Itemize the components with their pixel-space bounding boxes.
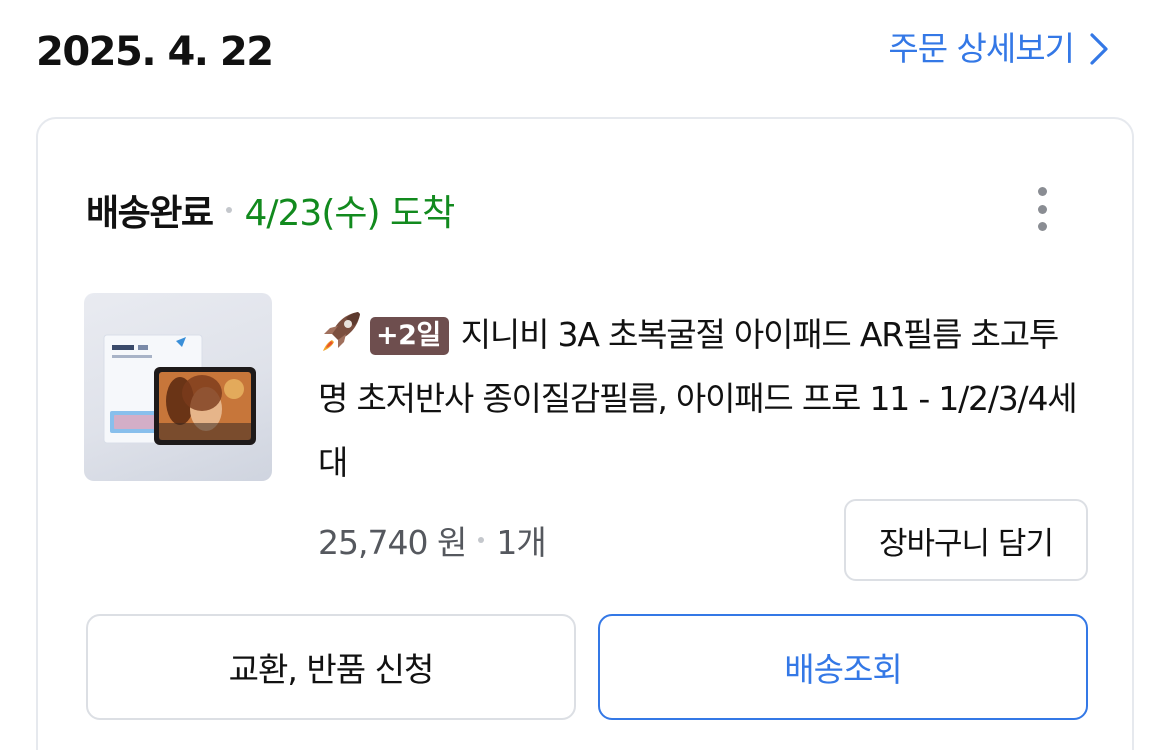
more-vertical-icon: [1037, 187, 1047, 196]
order-history-page: 2025. 4. 22 주문 상세보기 배송완료 4/23(수) 도착 +2일 …: [0, 0, 1170, 750]
product-image: [103, 334, 256, 445]
delivery-days-badge: +2일: [370, 317, 449, 355]
order-card: 배송완료 4/23(수) 도착 +2일 지니비 3A 초복굴절 아이패드 AR필…: [36, 117, 1134, 750]
price-row: 25,740 원 1개: [318, 515, 547, 565]
product-price: 25,740 원: [318, 523, 467, 562]
separator-dot: [478, 537, 485, 543]
product-thumbnail[interactable]: [84, 293, 272, 481]
arrival-date: 4/23(수) 도착: [244, 193, 455, 234]
track-delivery-button[interactable]: 배송조회: [598, 614, 1088, 720]
product-title[interactable]: +2일 지니비 3A 초복굴절 아이패드 AR필름 초고투명 초저반사 종이질감필…: [318, 303, 1078, 495]
add-to-cart-button[interactable]: 장바구니 담기: [844, 499, 1088, 581]
chevron-right-icon: [1090, 33, 1108, 65]
product-quantity: 1개: [496, 523, 546, 562]
exchange-return-button[interactable]: 교환, 반품 신청: [86, 614, 576, 720]
order-detail-link[interactable]: 주문 상세보기: [888, 26, 1112, 72]
order-detail-link-label: 주문 상세보기: [888, 29, 1075, 68]
delivery-status: 배송완료: [86, 193, 214, 234]
order-date: 2025. 4. 22: [36, 29, 274, 75]
more-options-button[interactable]: [1032, 185, 1052, 233]
rocket-icon: [323, 312, 360, 351]
separator-dot: [226, 207, 233, 213]
delivery-status-row: 배송완료 4/23(수) 도착: [86, 185, 455, 235]
